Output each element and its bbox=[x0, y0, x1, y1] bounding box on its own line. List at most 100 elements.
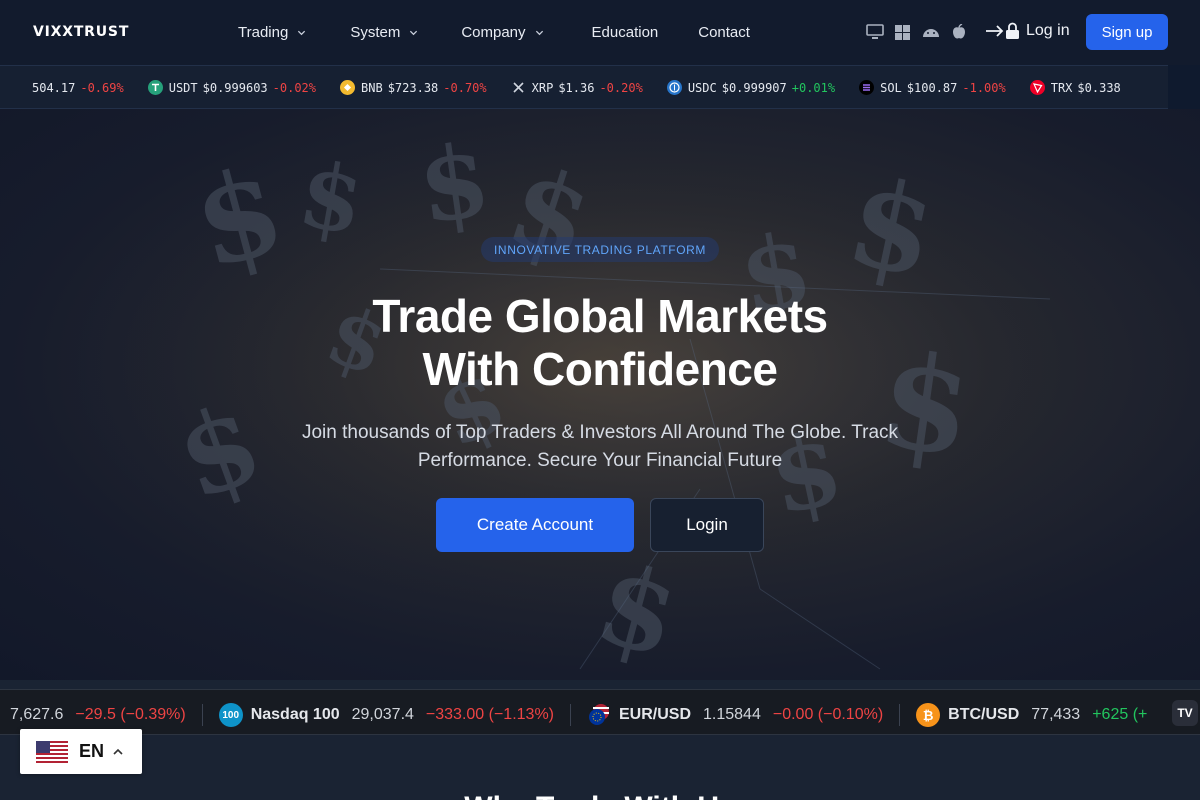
ticker-item[interactable]: TRX $0.338 bbox=[1029, 80, 1126, 95]
hero-subline-line: Join thousands of Top Traders & Investor… bbox=[301, 422, 899, 443]
android-icon[interactable] bbox=[921, 23, 940, 41]
ticker-change: -0.69% bbox=[80, 80, 124, 95]
market-ticker: 7,627.6 −29.5 (−0.39%) 100 Nasdaq 100 29… bbox=[0, 689, 1200, 735]
ticker-item[interactable]: 504.17 -0.69% bbox=[32, 81, 124, 95]
platform-icons bbox=[865, 23, 968, 41]
market-value: 29,037.4 bbox=[351, 706, 414, 723]
ticker-change: +0.01% bbox=[791, 80, 836, 95]
divider bbox=[570, 704, 571, 726]
market-item[interactable]: 100 Nasdaq 100 29,037.4 −333.00 (−1.13%) bbox=[218, 703, 570, 727]
market-change: −333.00 (−1.13%) bbox=[425, 706, 554, 723]
usdc-icon bbox=[666, 80, 682, 95]
ticker-item[interactable]: USDT $0.999603 -0.02% bbox=[147, 80, 317, 95]
language-selector[interactable]: EN bbox=[20, 729, 142, 774]
nav-item-system[interactable]: System bbox=[350, 24, 418, 41]
ticker-change: -1.00% bbox=[962, 80, 1006, 95]
main-menu: Trading System Company Education Contact bbox=[238, 0, 750, 65]
ticker-symbol: BNB bbox=[361, 80, 383, 95]
market-value: 7,627.6 bbox=[10, 706, 64, 723]
nav-item-label: Company bbox=[461, 24, 526, 41]
market-name: BTC/USD bbox=[948, 706, 1020, 723]
create-account-button[interactable]: Create Account bbox=[436, 498, 634, 552]
market-item[interactable]: ₿ BTC/USD 77,433 +625 (+ bbox=[916, 703, 1163, 727]
hero-headline-line: With Confidence bbox=[422, 343, 778, 395]
bnb-icon bbox=[340, 80, 356, 95]
nav-item-trading[interactable]: Trading bbox=[238, 24, 306, 41]
ticker-price: $0.999603 bbox=[202, 80, 268, 95]
brand-logo[interactable]: VIXXTRUST bbox=[33, 24, 129, 40]
nav-item-label: System bbox=[350, 24, 401, 41]
market-name: Nasdaq 100 bbox=[250, 706, 340, 723]
ticker-symbol: SOL bbox=[880, 80, 902, 95]
windows-icon[interactable] bbox=[893, 23, 912, 41]
market-ticker-track: 7,627.6 −29.5 (−0.39%) 100 Nasdaq 100 29… bbox=[10, 703, 1163, 727]
chevron-down-icon bbox=[535, 30, 543, 36]
market-ticker-section: 7,627.6 −29.5 (−0.39%) 100 Nasdaq 100 29… bbox=[0, 680, 1200, 743]
market-value: 77,433 bbox=[1031, 706, 1081, 723]
ticker-item[interactable]: USDC $0.999907 +0.01% bbox=[666, 80, 836, 95]
nav-item-contact[interactable]: Contact bbox=[698, 24, 750, 41]
top-navbar: VIXXTRUST Trading System Company Educati… bbox=[0, 0, 1200, 65]
ticker-price: $1.36 bbox=[558, 80, 595, 95]
crypto-ticker: 504.17 -0.69% USDT $0.999603 -0.02% BNB … bbox=[0, 65, 1168, 109]
chevron-down-icon bbox=[298, 30, 306, 36]
nav-item-education[interactable]: Education bbox=[592, 24, 659, 41]
hero-section: $ $ $ $ $ $ $ $ $ $ $ $ INNOVATIVE TRADI… bbox=[0, 109, 1200, 680]
ticker-price: $723.38 bbox=[387, 80, 439, 95]
chevron-down-icon bbox=[410, 30, 418, 36]
ticker-change: -0.70% bbox=[443, 80, 487, 95]
hero-headline-line: Trade Global Markets bbox=[372, 290, 828, 342]
ticker-price: $100.87 bbox=[906, 80, 958, 95]
hero-subline: Join thousands of Top Traders & Investor… bbox=[0, 419, 1200, 475]
crypto-ticker-track: 504.17 -0.69% USDT $0.999603 -0.02% BNB … bbox=[32, 80, 1150, 95]
us-flag-icon bbox=[36, 740, 68, 763]
market-name: EUR/USD bbox=[619, 706, 692, 723]
ticker-item[interactable]: XRP $1.36 -0.20% bbox=[511, 80, 643, 95]
nav-item-label: Education bbox=[591, 24, 659, 41]
ticker-item[interactable]: BNB $723.38 -0.70% bbox=[340, 80, 487, 95]
market-value: 1.15844 bbox=[703, 706, 761, 723]
desktop-icon[interactable] bbox=[865, 23, 884, 41]
ticker-symbol: TRX bbox=[1050, 80, 1073, 95]
language-code: EN bbox=[79, 741, 105, 761]
nasdaq-icon: 100 bbox=[218, 703, 243, 727]
features-section: Why Trade With Us bbox=[0, 743, 1200, 800]
tradingview-logo-icon[interactable]: TV bbox=[1172, 700, 1198, 726]
xrp-icon bbox=[511, 80, 526, 95]
ticker-change: -0.20% bbox=[599, 80, 643, 95]
signup-button[interactable]: Sign up bbox=[1086, 14, 1168, 50]
hero-headline: Trade Global Markets With Confidence bbox=[0, 290, 1200, 396]
nav-item-company[interactable]: Company bbox=[461, 24, 543, 41]
ticker-price: $0.999907 bbox=[721, 80, 787, 95]
hero-login-button[interactable]: Login bbox=[650, 498, 764, 552]
apple-icon[interactable] bbox=[949, 23, 968, 41]
tron-icon bbox=[1029, 80, 1045, 95]
chevron-up-icon bbox=[113, 748, 123, 755]
bitcoin-icon: ₿ bbox=[916, 703, 941, 727]
divider bbox=[201, 704, 203, 726]
ticker-symbol: USDT bbox=[168, 80, 198, 95]
ticker-price: $0.338 bbox=[1077, 80, 1121, 95]
market-change: −0.00 (−0.10%) bbox=[772, 706, 884, 723]
hero-subline-line: Performance. Secure Your Financial Futur… bbox=[417, 450, 783, 471]
market-item[interactable]: 7,627.6 −29.5 (−0.39%) bbox=[10, 706, 202, 724]
market-item[interactable]: EUR/USD 1.15844 −0.00 (−0.10%) bbox=[587, 703, 899, 727]
market-change: −29.5 (−0.39%) bbox=[75, 706, 186, 723]
login-link[interactable]: Log in bbox=[985, 22, 1070, 40]
eur-usd-icon bbox=[587, 703, 611, 727]
ticker-item[interactable]: SOL $100.87 -1.00% bbox=[859, 80, 1006, 95]
sign-in-icon bbox=[986, 22, 1019, 39]
divider bbox=[899, 704, 901, 726]
ticker-symbol: USDC bbox=[687, 80, 717, 95]
nav-item-label: Trading bbox=[238, 24, 289, 41]
login-link-label: Log in bbox=[1026, 22, 1070, 39]
ticker-symbol: XRP bbox=[531, 80, 554, 95]
solana-icon bbox=[859, 80, 875, 95]
ticker-price: 504.17 bbox=[32, 80, 76, 95]
ticker-change: -0.02% bbox=[272, 80, 317, 95]
market-change: +625 (+ bbox=[1092, 706, 1148, 723]
tether-icon bbox=[147, 80, 163, 95]
nav-item-label: Contact bbox=[698, 24, 750, 41]
hero-badge: INNOVATIVE TRADING PLATFORM bbox=[481, 237, 719, 262]
section-heading: Why Trade With Us bbox=[0, 791, 1200, 800]
